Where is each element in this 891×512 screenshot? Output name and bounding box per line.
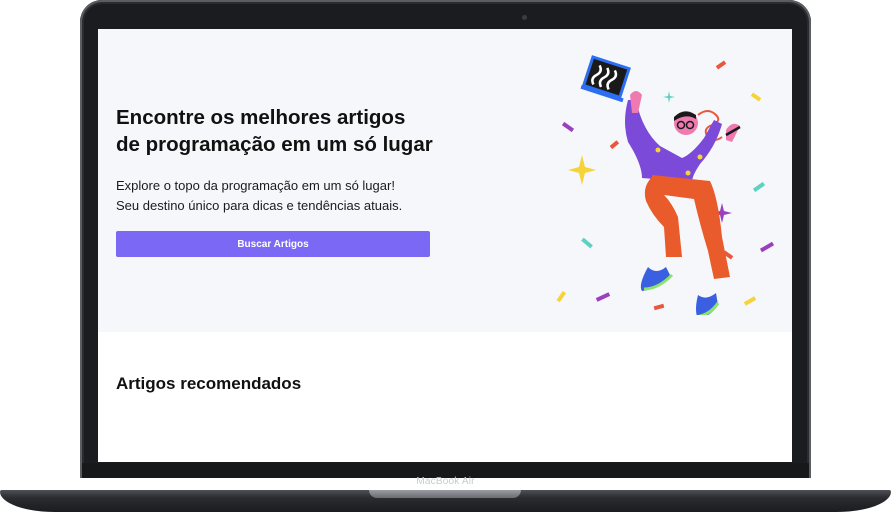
held-laptop-icon xyxy=(580,55,631,103)
hero-title-line1: Encontre os melhores artigos xyxy=(116,106,406,129)
laptop-screen: Encontre os melhores artigos de programa… xyxy=(98,29,792,462)
sparkle-icon xyxy=(663,91,675,103)
hero-section: Encontre os melhores artigos de programa… xyxy=(98,29,792,332)
device-label: MacBook Air xyxy=(416,476,475,487)
hero-subtitle-line2: Seu destino único para dicas e tendência… xyxy=(116,198,403,213)
hero-title-line2: de programação em um só lugar xyxy=(116,133,433,156)
recommended-articles-title: Artigos recomendados xyxy=(116,374,302,393)
developer-celebrating-illustration xyxy=(556,55,775,315)
hero-subtitle: Explore o topo da programação em um só l… xyxy=(116,176,476,216)
laptop-notch xyxy=(369,490,521,498)
sparkle-icon xyxy=(568,155,596,185)
search-articles-button[interactable]: Buscar Artigos xyxy=(116,231,430,257)
hero-title: Encontre os melhores artigos de programa… xyxy=(116,104,476,158)
hero-subtitle-line1: Explore o topo da programação em um só l… xyxy=(116,178,395,193)
camera-icon xyxy=(522,15,527,20)
